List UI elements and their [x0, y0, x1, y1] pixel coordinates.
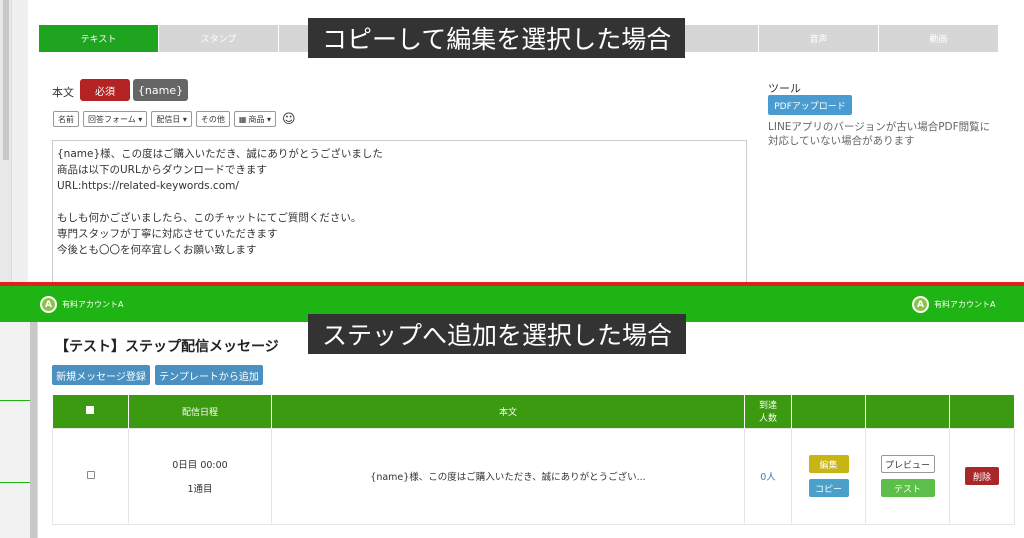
- top-editor-screenshot: テキスト スタンプ 音声 動画 コピーして編集を選択した場合 本文 必須 {na…: [0, 0, 1024, 282]
- editor-line: もしも何かございましたら、このチャットにてご質問ください。: [57, 212, 362, 224]
- table-row: 0日目 00:00 1通目 {name}様、この度はご購入いただき、誠にありがと…: [52, 427, 1015, 525]
- edit-copy-cell: 編集 コピー: [791, 427, 866, 525]
- tab-stamp[interactable]: スタンプ: [159, 25, 279, 52]
- tab-audio[interactable]: 音声: [759, 25, 879, 52]
- tab-video[interactable]: 動画: [879, 25, 999, 52]
- header-reach: 到達 人数: [744, 395, 792, 428]
- test-button[interactable]: テスト: [880, 479, 935, 497]
- row-checkbox[interactable]: [86, 470, 95, 479]
- left-scrollbar[interactable]: [0, 0, 12, 282]
- overlay-caption-add-step: ステップへ追加を選択した場合: [308, 314, 687, 354]
- body-label: 本文: [52, 86, 74, 99]
- required-badge: 必須: [80, 79, 130, 101]
- other-button[interactable]: その他: [195, 111, 230, 127]
- editor-line: URL:https://related-keywords.com/: [57, 180, 239, 192]
- select-all-header[interactable]: [52, 395, 129, 428]
- row-checkbox-cell: [52, 427, 129, 525]
- scrollbar-thumb[interactable]: [3, 0, 9, 160]
- scrollbar[interactable]: [30, 322, 37, 538]
- editor-line: 専門スタッフが丁寧に対応させていただきます: [57, 228, 278, 240]
- avatar: A: [912, 296, 929, 313]
- message-body-textarea[interactable]: {name}様、この度はご購入いただき、誠にありがとうございました 商品は以下の…: [52, 140, 747, 282]
- delivery-date-dropdown[interactable]: 配信日 ▾: [151, 111, 192, 127]
- tab-text[interactable]: テキスト: [39, 25, 159, 52]
- account-switcher-left[interactable]: A 有料アカウントA: [40, 296, 123, 313]
- account-name: 有料アカウントA: [62, 300, 124, 309]
- page-title: 【テスト】ステップ配信メッセージ: [55, 339, 279, 355]
- header-body: 本文: [271, 395, 745, 428]
- schedule-day: 0日目 00:00: [172, 460, 228, 471]
- sidebar-divider: [0, 400, 30, 401]
- account-name: 有料アカウントA: [934, 300, 996, 309]
- sidebar-divider: [0, 482, 30, 483]
- tools-label: ツール: [768, 82, 801, 95]
- header-actions-2: [865, 395, 950, 428]
- edit-button[interactable]: 編集: [808, 455, 849, 473]
- overlay-caption-copy-edit: コピーして編集を選択した場合: [308, 18, 686, 58]
- bottom-step-screenshot: A 有料アカウントA A 有料アカウントA ステップへ追加を選択した場合 【テス…: [0, 286, 1024, 538]
- reach-count-link[interactable]: 0人: [744, 427, 792, 525]
- copy-button[interactable]: コピー: [808, 479, 849, 497]
- new-message-button[interactable]: 新規メッセージ登録: [52, 365, 150, 385]
- schedule-order: 1通目: [187, 484, 213, 495]
- body-cell: {name}様、この度はご購入いただき、誠にありがとうござい...: [271, 427, 745, 525]
- delete-cell: 削除: [949, 427, 1015, 525]
- editor-toolbar: 名前 回答フォーム ▾ 配信日 ▾ その他 ▦ 商品 ▾ ☺: [53, 111, 296, 127]
- pdf-note: LINEアプリのバージョンが古い場合PDF閲覧に対応していない場合があります: [768, 121, 991, 147]
- account-switcher-right[interactable]: A 有料アカウントA: [912, 296, 995, 313]
- insert-name-button[interactable]: 名前: [53, 111, 79, 127]
- editor-line: 商品は以下のURLからダウンロードできます: [57, 164, 267, 176]
- select-all-checkbox[interactable]: [86, 405, 95, 414]
- delete-button[interactable]: 削除: [965, 467, 999, 485]
- header-reach-line: 到達: [758, 401, 777, 412]
- editor-line: 今後とも〇〇を何卒宜しくお願い致します: [57, 244, 257, 256]
- header-reach-line: 人数: [758, 414, 777, 425]
- product-dropdown[interactable]: ▦ 商品 ▾: [233, 111, 277, 127]
- answer-form-dropdown[interactable]: 回答フォーム ▾: [83, 111, 148, 127]
- table-header-row: 配信日程 本文 到達人数: [52, 395, 1015, 428]
- editor-line: {name}様、この度はご購入いただき、誠にありがとうございました: [57, 148, 383, 160]
- preview-test-cell: プレビュー テスト: [865, 427, 950, 525]
- emoji-icon[interactable]: ☺: [282, 112, 296, 127]
- left-sidebar: [0, 322, 38, 538]
- pdf-upload-button[interactable]: PDFアップロード: [768, 95, 852, 115]
- avatar: A: [40, 296, 57, 313]
- step-message-table: 配信日程 本文 到達人数 0日目 00:00 1通目 {name}様、この度はご…: [52, 395, 1015, 525]
- grid-icon: ▦: [238, 114, 247, 124]
- add-from-template-button[interactable]: テンプレートから追加: [155, 365, 263, 385]
- name-insert-button[interactable]: {name}: [133, 79, 188, 101]
- header-schedule: 配信日程: [128, 395, 272, 428]
- header-actions-1: [791, 395, 866, 428]
- header-actions-3: [949, 395, 1015, 428]
- schedule-cell: 0日目 00:00 1通目: [128, 427, 272, 525]
- preview-button[interactable]: プレビュー: [880, 455, 935, 473]
- product-dropdown-label: 商品 ▾: [248, 114, 272, 124]
